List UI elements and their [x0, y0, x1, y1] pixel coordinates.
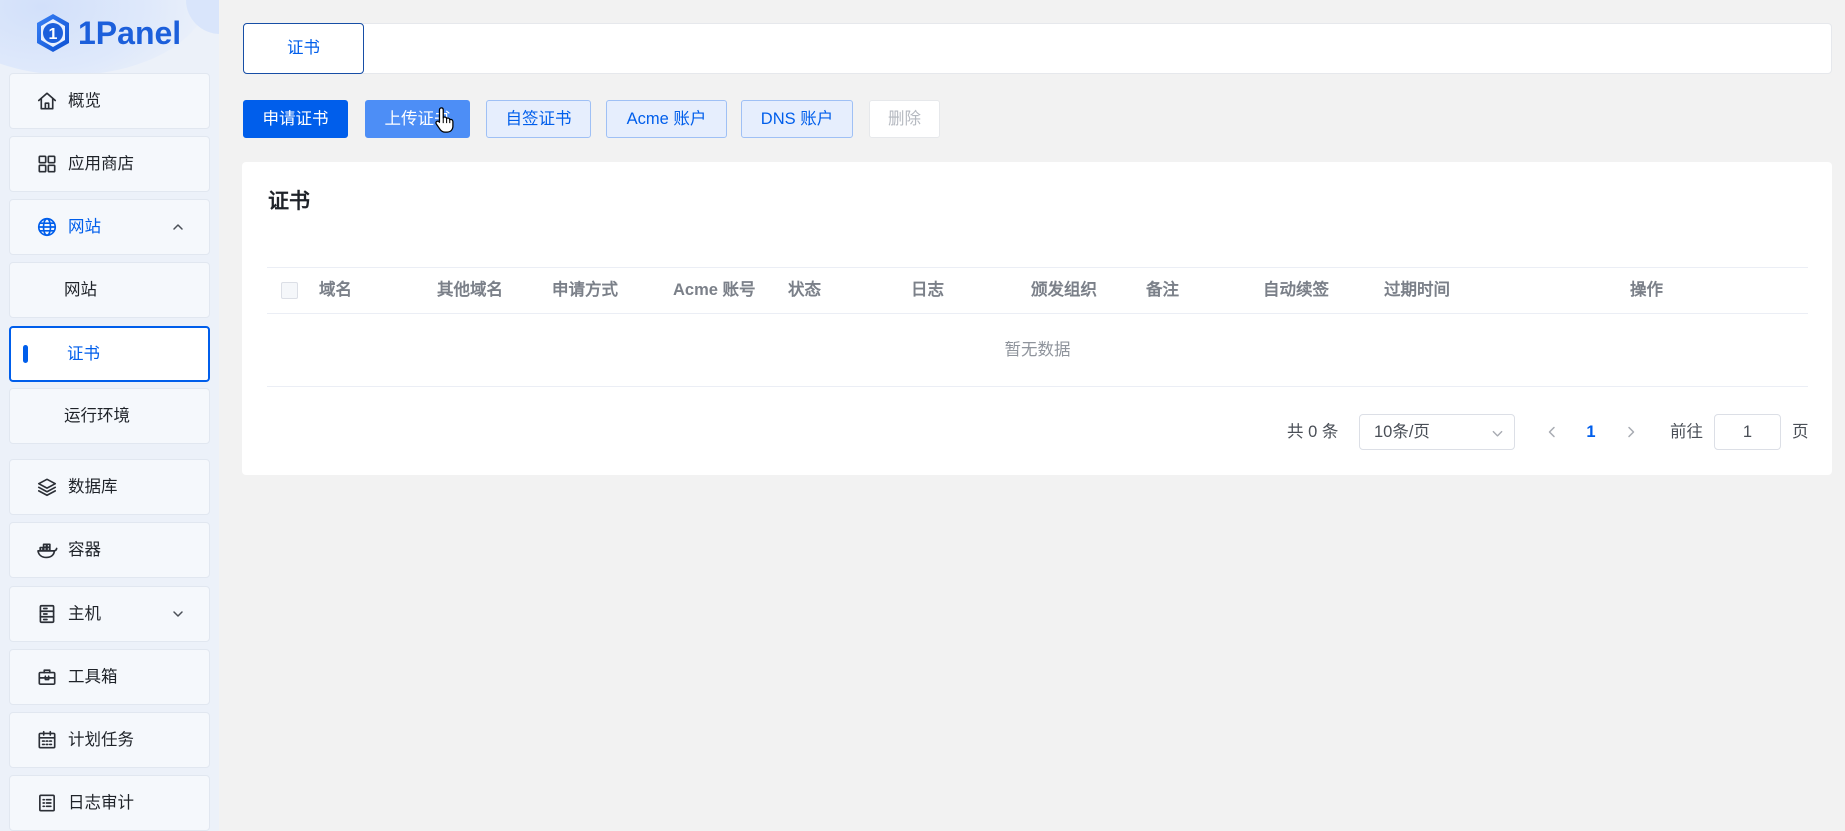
- select-all-checkbox[interactable]: [281, 282, 298, 299]
- sidebar-item-label: 计划任务: [68, 731, 134, 749]
- sidebar-item-container[interactable]: 容器: [9, 522, 210, 578]
- sidebar-item-toolbox[interactable]: 工具箱: [9, 649, 210, 705]
- certificate-table: 域名 其他域名 申请方式 Acme 账号 状态 日志 颁发组织 备注 自动续签 …: [267, 267, 1808, 388]
- column-header-actions: 操作: [1630, 281, 1663, 299]
- toolbox-icon: [36, 666, 58, 688]
- sidebar-item-label: 网站: [68, 218, 101, 236]
- sidebar: 1 1Panel 概览 应用商店 网站 网站 证书 运行环境 数据库 容器 主机…: [0, 0, 219, 831]
- sidebar-subitem-label: 运行环境: [64, 407, 130, 425]
- column-header-auto-renew: 自动续签: [1263, 281, 1329, 299]
- apply-certificate-button[interactable]: 申请证书: [243, 100, 348, 138]
- column-header-issuer: 颁发组织: [1031, 281, 1097, 299]
- goto-page-input[interactable]: [1714, 414, 1781, 450]
- page-size-select[interactable]: 10条/页: [1359, 414, 1515, 450]
- active-indicator: [23, 345, 28, 363]
- table-header: 域名 其他域名 申请方式 Acme 账号 状态 日志 颁发组织 备注 自动续签 …: [267, 267, 1808, 314]
- sidebar-item-label: 容器: [68, 541, 101, 559]
- page-number-current[interactable]: 1: [1579, 414, 1603, 450]
- database-layers-icon: [36, 476, 58, 498]
- sidebar-item-label: 概览: [68, 92, 101, 110]
- sidebar-subitem-label: 证书: [67, 345, 100, 363]
- chevron-down-icon: [1491, 426, 1504, 439]
- logo-hexagon-icon: 1: [37, 14, 69, 52]
- globe-icon: [36, 216, 58, 238]
- sidebar-subitem-label: 网站: [64, 281, 97, 299]
- sidebar-item-app-store[interactable]: 应用商店: [9, 136, 210, 192]
- tab-bar: 证书: [243, 23, 1832, 74]
- pagination-total: 共 0 条: [1287, 423, 1339, 441]
- app-store-icon: [36, 153, 58, 175]
- mouse-pointer-hand-icon: [435, 107, 454, 133]
- sidebar-item-overview[interactable]: 概览: [9, 73, 210, 129]
- chevron-up-icon[interactable]: [171, 220, 185, 234]
- column-header-apply-method: 申请方式: [552, 281, 618, 299]
- goto-label: 前往: [1670, 423, 1703, 441]
- chevron-left-icon: [1548, 426, 1555, 438]
- column-header-other-domains: 其他域名: [437, 281, 503, 299]
- host-server-icon: [36, 603, 58, 625]
- card-title: 证书: [268, 190, 310, 213]
- certificate-card: 证书 域名 其他域名 申请方式 Acme 账号 状态 日志 颁发组织 备注 自动…: [242, 162, 1832, 475]
- table-empty-text: 暂无数据: [267, 314, 1808, 387]
- column-header-domain: 域名: [319, 281, 352, 299]
- sidebar-item-label: 工具箱: [68, 668, 118, 686]
- sidebar-subitem-runtime[interactable]: 运行环境: [9, 388, 210, 444]
- page-suffix-label: 页: [1792, 423, 1809, 441]
- column-header-remark: 备注: [1146, 281, 1179, 299]
- log-audit-icon: [36, 792, 58, 814]
- delete-button[interactable]: 删除: [869, 100, 940, 138]
- chevron-down-icon[interactable]: [171, 607, 185, 621]
- sidebar-item-cronjob[interactable]: 计划任务: [9, 712, 210, 768]
- column-header-log: 日志: [911, 281, 944, 299]
- self-signed-certificate-button[interactable]: 自签证书: [486, 100, 591, 138]
- sidebar-item-label: 日志审计: [68, 794, 134, 812]
- logo-text: 1Panel: [78, 15, 182, 51]
- sidebar-item-website[interactable]: 网站: [9, 199, 210, 255]
- sidebar-subitem-certificate[interactable]: 证书: [9, 326, 210, 382]
- prev-page-button[interactable]: [1545, 425, 1559, 439]
- next-page-button[interactable]: [1624, 425, 1638, 439]
- sidebar-item-log-audit[interactable]: 日志审计: [9, 775, 210, 831]
- sidebar-item-label: 主机: [68, 605, 101, 623]
- sidebar-item-host[interactable]: 主机: [9, 586, 210, 642]
- acme-account-button[interactable]: Acme 账户: [606, 100, 727, 138]
- calendar-icon: [36, 729, 58, 751]
- sidebar-item-database[interactable]: 数据库: [9, 459, 210, 515]
- page-size-value: 10条/页: [1374, 423, 1430, 441]
- column-header-expire-time: 过期时间: [1384, 281, 1450, 299]
- sidebar-item-label: 应用商店: [68, 155, 134, 173]
- sidebar-subitem-website[interactable]: 网站: [9, 262, 210, 318]
- home-icon: [36, 90, 58, 112]
- column-header-acme-account: Acme 账号: [673, 281, 756, 299]
- chevron-right-icon: [1628, 426, 1635, 438]
- column-header-status: 状态: [788, 281, 821, 299]
- docker-container-icon: [36, 539, 58, 561]
- logo-mark-text: 1: [49, 26, 58, 43]
- tab-certificate[interactable]: 证书: [243, 23, 364, 74]
- sidebar-item-label: 数据库: [68, 478, 118, 496]
- logo[interactable]: 1 1Panel: [35, 13, 181, 53]
- dns-account-button[interactable]: DNS 账户: [741, 100, 853, 138]
